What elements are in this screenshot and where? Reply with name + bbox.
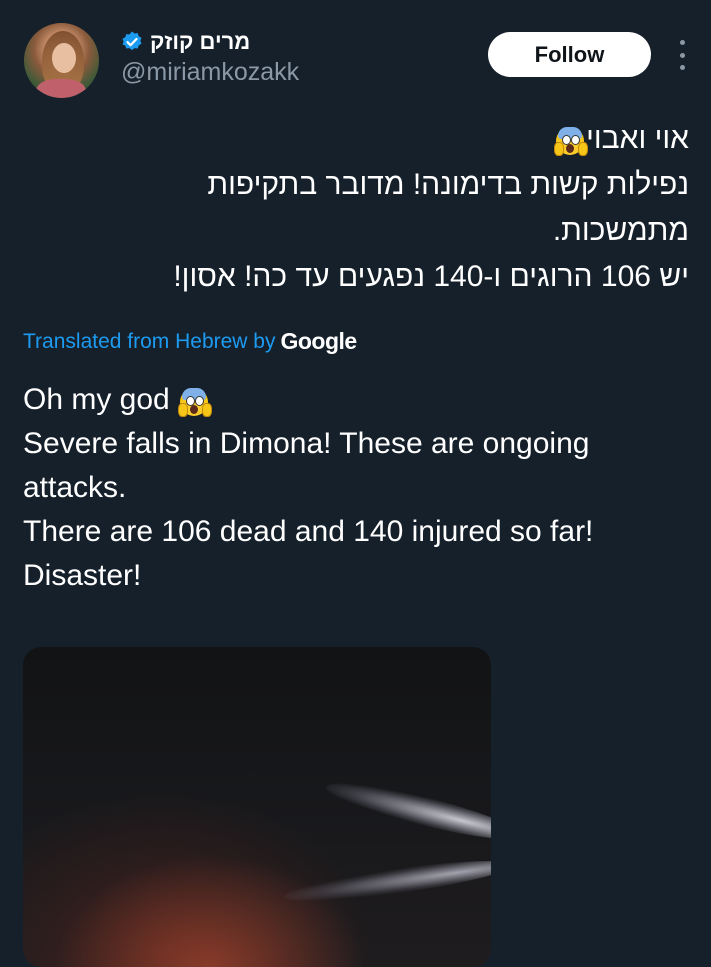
author-display-name[interactable]: מרים קוזק bbox=[150, 29, 250, 55]
more-options-icon[interactable] bbox=[674, 40, 690, 70]
verified-badge-icon bbox=[122, 31, 142, 51]
follow-button[interactable]: Follow bbox=[488, 32, 651, 77]
screaming-face-emoji bbox=[554, 124, 589, 157]
hebrew-line: אוי ואבוי bbox=[29, 116, 689, 162]
english-line: Severe falls in Dimona! These are ongoin… bbox=[23, 427, 590, 460]
author-handle[interactable]: @miriamkozakk bbox=[121, 58, 299, 87]
translation-attribution[interactable]: Translated from Hebrew by Google bbox=[23, 328, 357, 355]
hebrew-line: נפילות קשות בדימונה! מדובר בתקיפות bbox=[207, 168, 689, 201]
english-line: Disaster! bbox=[23, 559, 142, 592]
tweet-original-text: אוי ואבוי נפילות קשות בדימונה! מדובר בתק… bbox=[29, 116, 689, 300]
tweet-translated-text: Oh my god Severe falls in Dimona! These … bbox=[23, 378, 693, 598]
author-name-row[interactable]: מרים קוזק bbox=[120, 28, 250, 56]
english-line: Oh my god bbox=[23, 378, 693, 422]
hebrew-line: מתמשכות. bbox=[552, 214, 689, 247]
english-line: There are 106 dead and 140 injured so fa… bbox=[23, 515, 594, 548]
tweet-media-image[interactable] bbox=[23, 647, 491, 967]
translation-label[interactable]: Translated from Hebrew by bbox=[23, 330, 275, 354]
avatar[interactable] bbox=[24, 23, 99, 98]
english-line: attacks. bbox=[23, 471, 127, 504]
screaming-face-emoji bbox=[178, 385, 213, 418]
hebrew-line: יש 106 הרוגים ו-140 נפגעים עד כה! אסון! bbox=[173, 260, 689, 293]
google-logo: Google bbox=[280, 328, 357, 354]
